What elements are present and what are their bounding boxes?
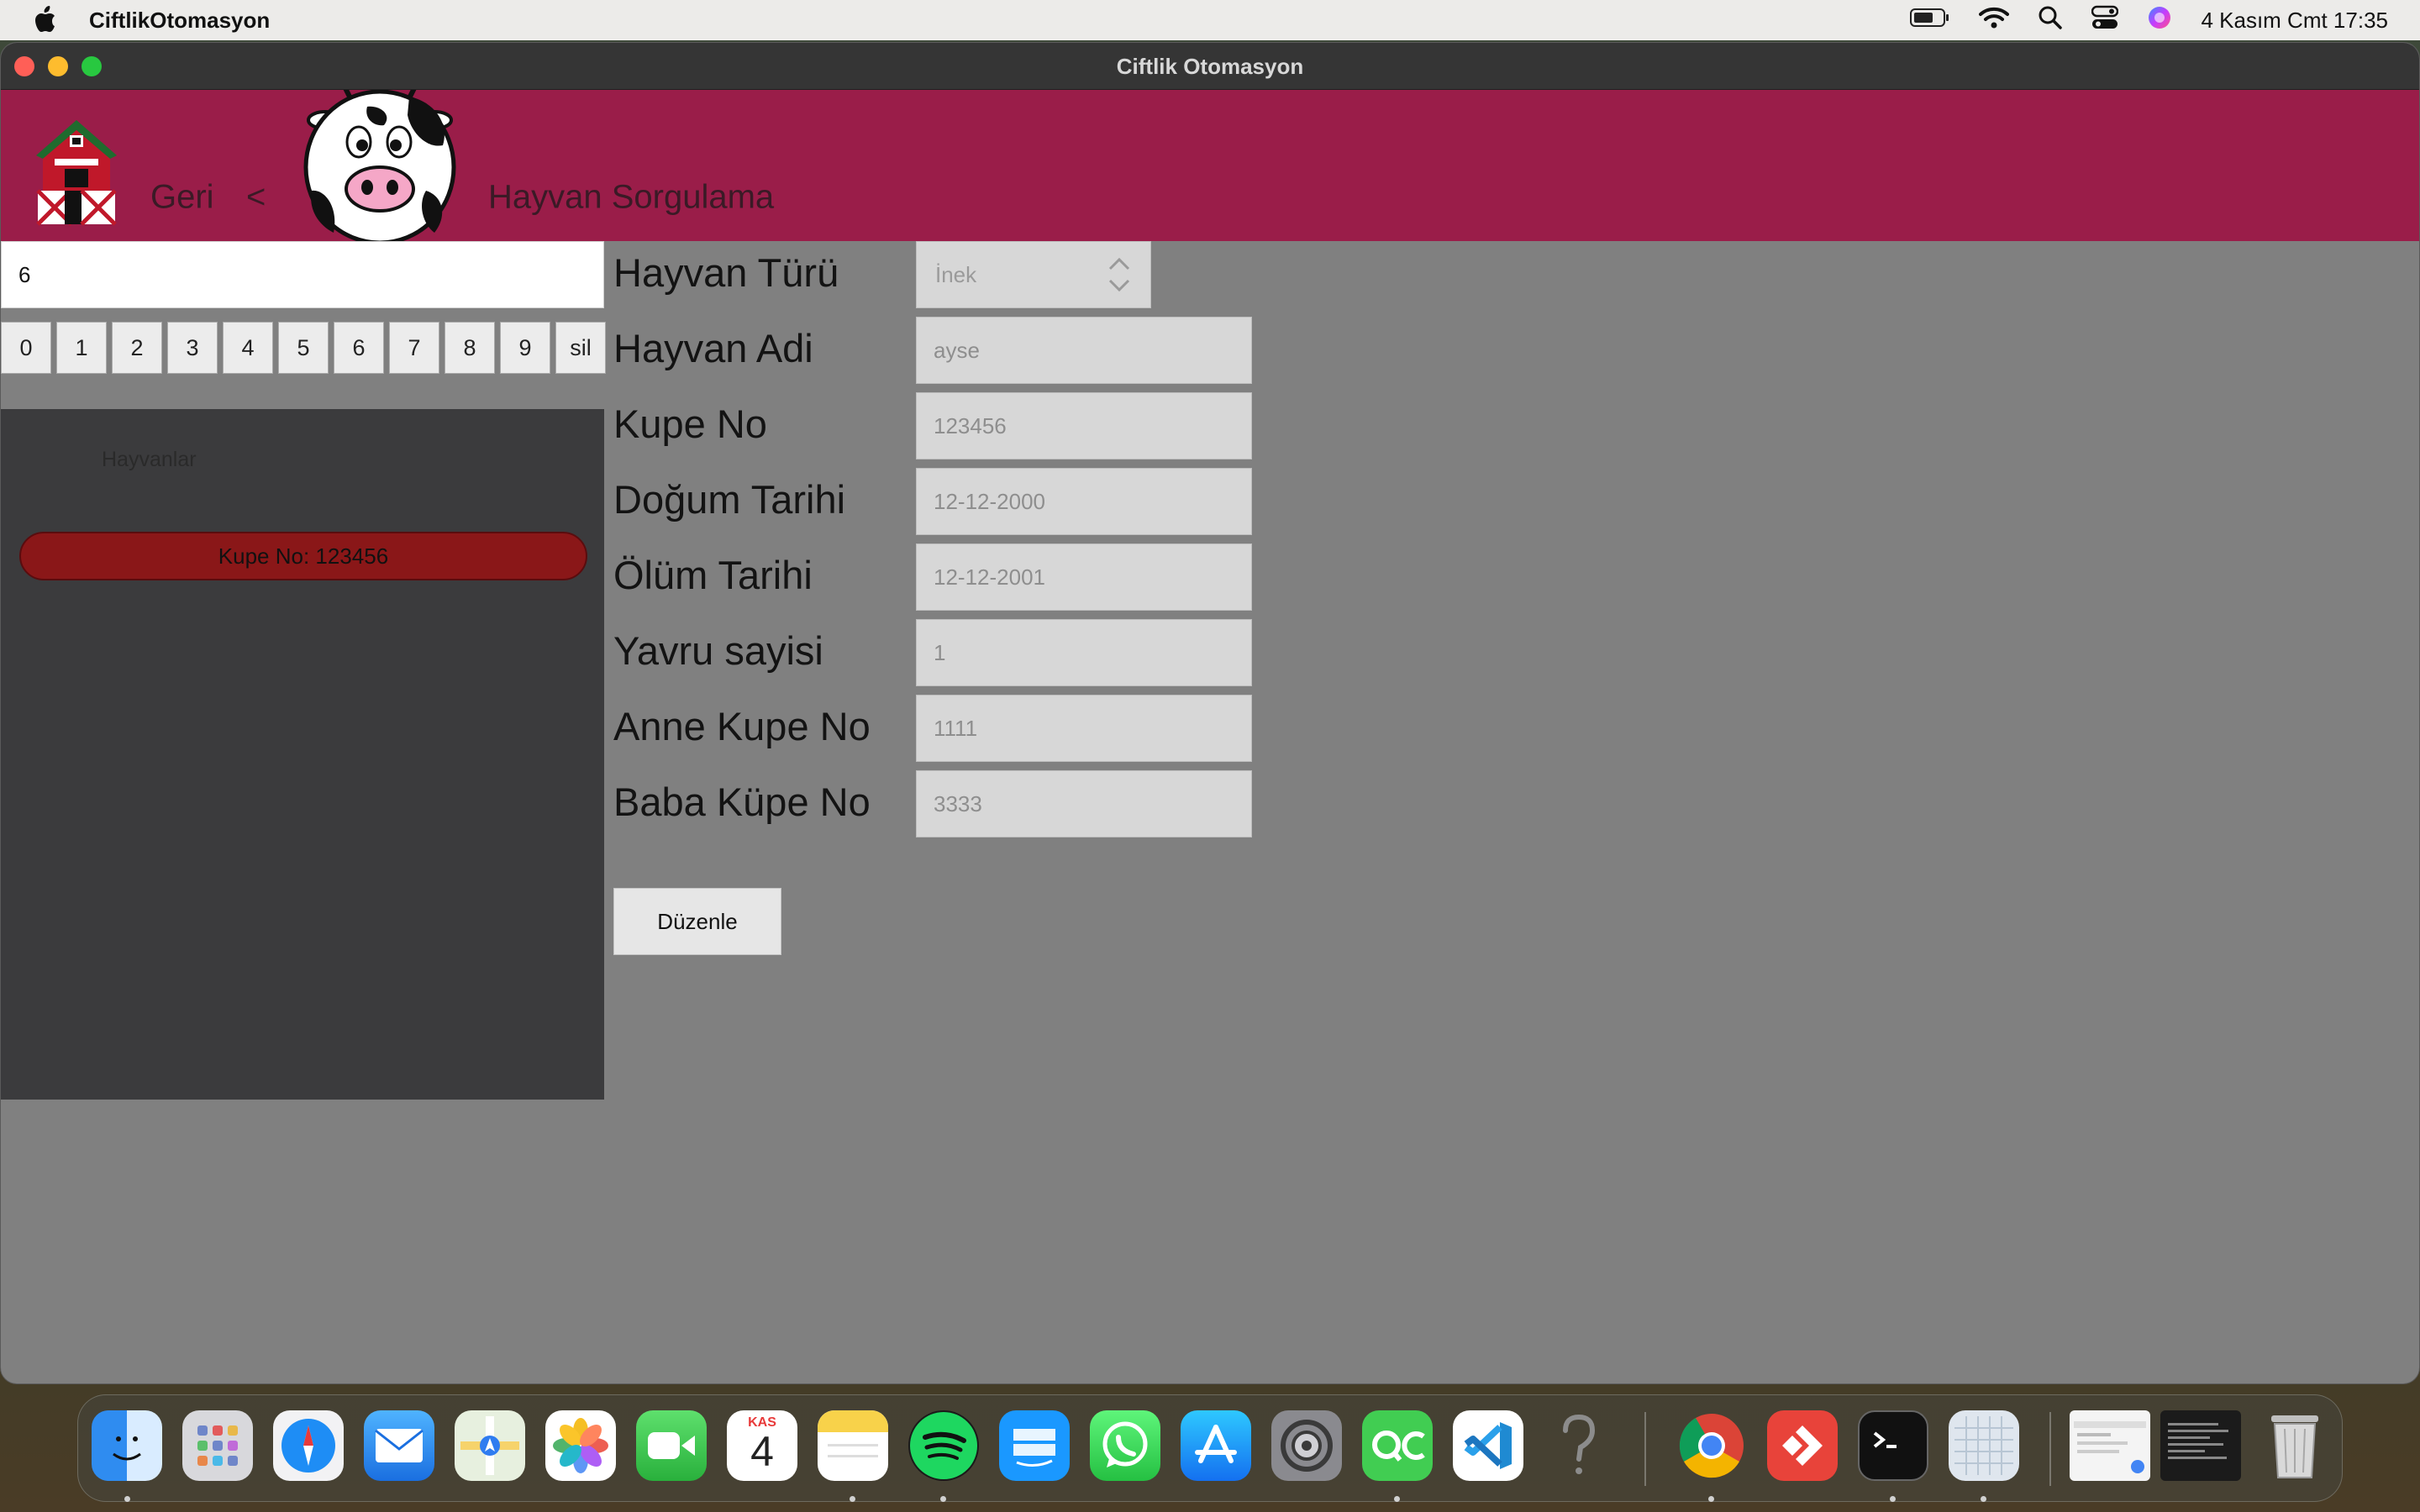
photos-icon[interactable] bbox=[545, 1410, 616, 1481]
mother-tag-label: Anne Kupe No bbox=[613, 704, 871, 748]
animal-type-select[interactable]: İnek bbox=[916, 241, 1151, 308]
terminal-running-dot bbox=[1890, 1496, 1896, 1502]
app-window-running-dot bbox=[1981, 1496, 1986, 1502]
anydesk-icon[interactable] bbox=[1767, 1410, 1838, 1481]
launchpad-icon[interactable] bbox=[182, 1410, 253, 1481]
key-3[interactable]: 3 bbox=[167, 322, 218, 374]
spotify-icon[interactable] bbox=[908, 1410, 979, 1481]
tag-no-label: Kupe No bbox=[613, 402, 767, 446]
animal-list-panel: Hayvanlar Kupe No: 123456 bbox=[1, 409, 604, 1100]
vscode-icon[interactable] bbox=[1453, 1410, 1523, 1481]
animal-list-title: Hayvanlar bbox=[102, 448, 197, 471]
type-label: Hayvan Türü bbox=[613, 250, 839, 295]
terminal-window-thumbnail[interactable] bbox=[2160, 1410, 2241, 1481]
key-1[interactable]: 1 bbox=[56, 322, 107, 374]
key-7[interactable]: 7 bbox=[389, 322, 439, 374]
notes-line bbox=[828, 1444, 878, 1446]
cow-icon bbox=[300, 87, 460, 245]
notes-running-dot bbox=[850, 1496, 855, 1502]
death-date-label: Ölüm Tarihi bbox=[613, 553, 813, 597]
battery-icon[interactable] bbox=[1910, 8, 1950, 34]
spotify-running-dot bbox=[940, 1496, 946, 1502]
whatsapp-icon[interactable] bbox=[1090, 1410, 1160, 1481]
key-9[interactable]: 9 bbox=[500, 322, 550, 374]
back-chevron[interactable]: < bbox=[246, 179, 266, 217]
barn-icon[interactable] bbox=[33, 117, 120, 226]
prime-video-icon[interactable] bbox=[999, 1410, 1070, 1481]
app-window: Ciftlik Otomasyon Geri < Hayvan Sorgulam… bbox=[0, 42, 2420, 1384]
app-name-menu[interactable]: CiftlikOtomasyon bbox=[89, 8, 270, 34]
delete-key[interactable]: sil bbox=[555, 322, 606, 374]
key-6[interactable]: 6 bbox=[334, 322, 384, 374]
back-button[interactable]: Geri bbox=[150, 179, 214, 217]
stepper-arrows-icon[interactable] bbox=[1107, 254, 1132, 296]
mother-tag-field[interactable]: 1111 bbox=[916, 695, 1252, 762]
terminal-icon[interactable] bbox=[1858, 1410, 1928, 1481]
list-item[interactable]: Kupe No: 123456 bbox=[19, 532, 587, 580]
father-tag-field[interactable]: 3333 bbox=[916, 770, 1252, 837]
father-tag-label: Baba Küpe No bbox=[613, 780, 871, 824]
app-window-preview-icon[interactable] bbox=[1949, 1410, 2019, 1481]
birth-date-field[interactable]: 12-12-2000 bbox=[916, 468, 1252, 535]
menu-bar: CiftlikOtomasyon 4 Kasım Cmt 17:35 bbox=[0, 0, 2420, 40]
app-store-icon[interactable] bbox=[1181, 1410, 1251, 1481]
dock: KAS 4 bbox=[77, 1394, 2343, 1502]
animal-type-value: İnek bbox=[935, 261, 977, 287]
key-8[interactable]: 8 bbox=[445, 322, 495, 374]
title-bar: Ciftlik Otomasyon bbox=[1, 43, 2419, 90]
tag-no-field[interactable]: 123456 bbox=[916, 392, 1252, 459]
header-bar: Geri < Hayvan Sorgulama bbox=[1, 87, 2419, 245]
key-2[interactable]: 2 bbox=[112, 322, 162, 374]
mail-icon[interactable] bbox=[364, 1410, 434, 1481]
key-4[interactable]: 4 bbox=[223, 322, 273, 374]
page-title: Hayvan Sorgulama bbox=[488, 178, 775, 216]
chrome-icon[interactable] bbox=[1676, 1410, 1747, 1481]
search-icon[interactable] bbox=[2038, 5, 2063, 36]
datetime[interactable]: 4 Kasım Cmt 17:35 bbox=[2201, 8, 2388, 34]
birth-date-label: Doğum Tarihi bbox=[613, 477, 846, 522]
offspring-count-field[interactable]: 1 bbox=[916, 619, 1252, 686]
control-center-icon[interactable] bbox=[2091, 5, 2119, 36]
key-5[interactable]: 5 bbox=[278, 322, 329, 374]
calendar-icon[interactable]: KAS 4 bbox=[727, 1410, 797, 1481]
facetime-icon[interactable] bbox=[636, 1410, 707, 1481]
finder-icon[interactable] bbox=[92, 1410, 162, 1481]
minimized-window-thumbnail[interactable] bbox=[2070, 1410, 2150, 1481]
dock-separator bbox=[2049, 1412, 2051, 1486]
dock-separator bbox=[1644, 1412, 1646, 1486]
search-input[interactable] bbox=[1, 241, 604, 308]
trash-icon[interactable] bbox=[2260, 1410, 2330, 1481]
chrome-running-dot bbox=[1708, 1496, 1714, 1502]
finder-running-dot bbox=[124, 1496, 130, 1502]
name-label: Hayvan Adi bbox=[613, 326, 813, 370]
notes-header bbox=[818, 1410, 888, 1432]
edit-button[interactable]: Düzenle bbox=[613, 888, 781, 955]
maps-icon[interactable] bbox=[455, 1410, 525, 1481]
death-date-field[interactable]: 12-12-2001 bbox=[916, 543, 1252, 611]
apple-icon[interactable] bbox=[32, 6, 57, 34]
qt-creator-icon[interactable] bbox=[1362, 1410, 1433, 1481]
system-settings-icon[interactable] bbox=[1271, 1410, 1342, 1481]
window-title: Ciftlik Otomasyon bbox=[1116, 54, 1304, 79]
help-question-icon[interactable] bbox=[1544, 1410, 1614, 1481]
calendar-day: 4 bbox=[750, 1428, 774, 1475]
offspring-count-label: Yavru sayisi bbox=[613, 628, 823, 673]
key-0[interactable]: 0 bbox=[1, 322, 51, 374]
name-field[interactable]: ayse bbox=[916, 317, 1252, 384]
wifi-icon[interactable] bbox=[1979, 6, 2010, 35]
qt-creator-running-dot bbox=[1394, 1496, 1400, 1502]
number-keypad: 0 1 2 3 4 5 6 7 8 9 sil bbox=[1, 322, 606, 374]
siri-icon[interactable] bbox=[2147, 5, 2172, 36]
notes-icon[interactable] bbox=[818, 1410, 888, 1481]
notes-line bbox=[828, 1455, 878, 1457]
safari-icon[interactable] bbox=[273, 1410, 344, 1481]
